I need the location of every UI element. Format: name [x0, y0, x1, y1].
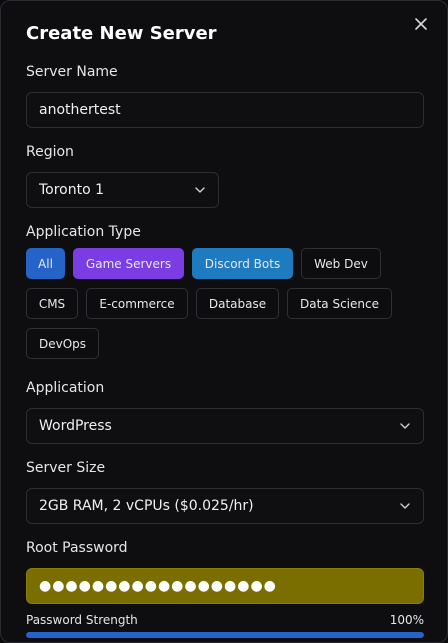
- server-size-select-value: 2GB RAM, 2 vCPUs ($0.025/hr): [39, 498, 254, 514]
- chip-label: Game Servers: [85, 256, 172, 271]
- application-select-value: WordPress: [39, 418, 112, 434]
- password-strength-label: Password Strength: [26, 613, 138, 627]
- server-name-label: Server Name: [26, 64, 118, 80]
- chip-label: Web Dev: [314, 256, 368, 271]
- chevron-down-icon: [400, 423, 410, 429]
- chip-label: Data Science: [300, 296, 379, 311]
- chip-label: E-commerce: [99, 296, 175, 311]
- server-size-select[interactable]: 2GB RAM, 2 vCPUs ($0.025/hr): [26, 488, 424, 524]
- application-label: Application: [26, 380, 105, 396]
- chip-database[interactable]: Database: [196, 288, 279, 319]
- close-icon[interactable]: [412, 15, 430, 33]
- region-label: Region: [26, 144, 74, 160]
- root-password-value: ●●●●●●●●●●●●●●●●●●: [39, 578, 277, 594]
- password-strength-row: Password Strength 100%: [26, 613, 424, 627]
- application-select[interactable]: WordPress: [26, 408, 424, 444]
- chip-label: All: [38, 256, 53, 271]
- chip-e-commerce[interactable]: E-commerce: [86, 288, 188, 319]
- region-select[interactable]: Toronto 1: [26, 172, 219, 208]
- create-server-dialog: Create New Server Server Name Region Tor…: [0, 0, 448, 643]
- password-strength-bar-fill: [26, 632, 424, 638]
- chevron-down-icon: [195, 187, 205, 193]
- chip-game-servers[interactable]: Game Servers: [73, 248, 184, 279]
- chip-cms[interactable]: CMS: [26, 288, 78, 319]
- chip-label: DevOps: [38, 336, 87, 351]
- chip-all[interactable]: All: [26, 248, 65, 279]
- application-type-label: Application Type: [26, 224, 141, 240]
- chip-devops[interactable]: DevOps: [26, 328, 99, 359]
- root-password-label: Root Password: [26, 540, 128, 556]
- chip-web-dev[interactable]: Web Dev: [301, 248, 381, 279]
- chip-label: Discord Bots: [204, 256, 281, 271]
- root-password-input[interactable]: ●●●●●●●●●●●●●●●●●●: [26, 568, 424, 604]
- chip-data-science[interactable]: Data Science: [287, 288, 392, 319]
- region-select-value: Toronto 1: [39, 182, 105, 198]
- chip-label: Database: [208, 296, 267, 311]
- chip-discord-bots[interactable]: Discord Bots: [192, 248, 293, 279]
- server-name-input[interactable]: [26, 92, 424, 128]
- chevron-down-icon: [400, 503, 410, 509]
- chip-label: CMS: [38, 296, 66, 311]
- password-strength-bar: [26, 632, 424, 638]
- password-strength-value: 100%: [389, 613, 424, 627]
- server-size-label: Server Size: [26, 460, 106, 476]
- dialog-title: Create New Server: [26, 23, 217, 44]
